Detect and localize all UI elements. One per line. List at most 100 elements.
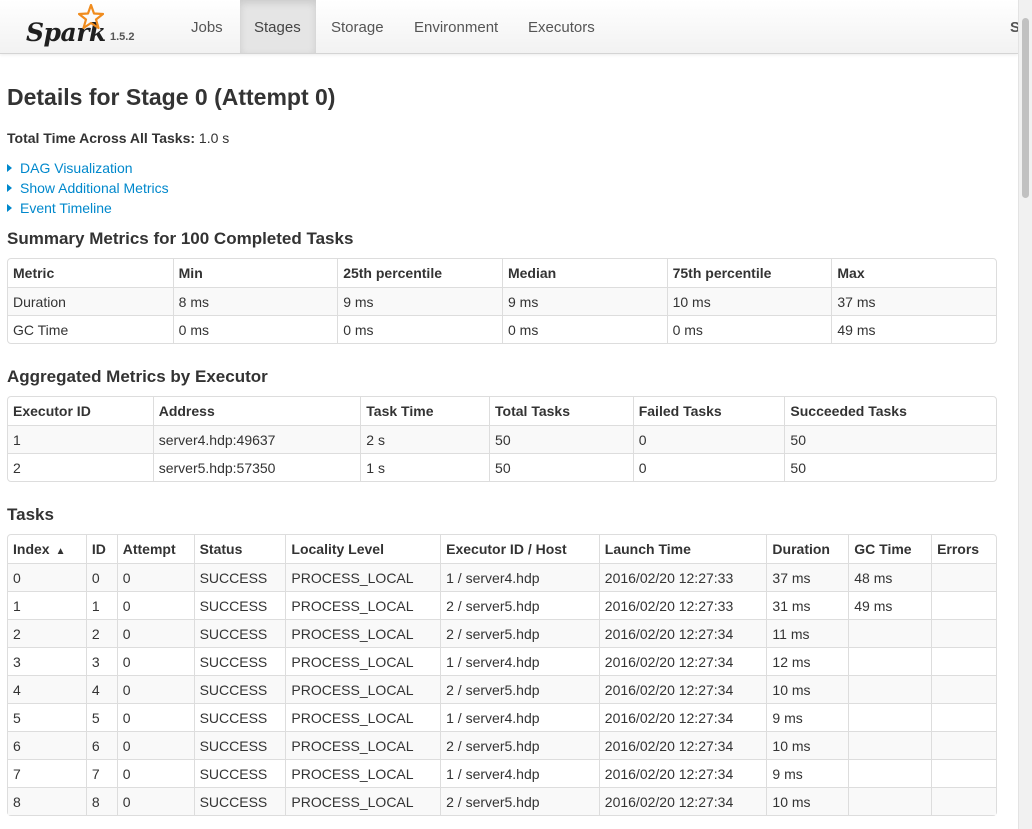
table-cell [848,647,932,675]
vertical-scrollbar[interactable] [1018,0,1032,829]
table-cell: SUCCESS [193,563,286,591]
tasks-column-header[interactable]: Executor ID / Host [440,535,599,563]
table-cell: 2016/02/20 12:27:33 [598,591,767,619]
table-cell: 11 ms [766,619,849,647]
table-row: 6 6 0 SUCCESS PROCESS_LOCAL 2 / server5.hdp 20… [8,731,996,759]
table-cell: 1 / server4.hdp [440,563,599,591]
table-row: 0 0 0 SUCCESS PROCESS_LOCAL 1 / server4.hdp 20… [8,563,996,591]
table-cell: 1 / server4.hdp [440,759,599,787]
table-cell: 2016/02/20 12:27:34 [598,731,767,759]
table-cell: 49 ms [848,591,932,619]
column-header-label: Min [178,265,203,281]
tasks-column-header[interactable]: Status [193,535,286,563]
table-cell: 1 [85,591,117,619]
table-cell: 6 [8,731,86,759]
tasks-column-header[interactable]: Launch Time [598,535,767,563]
spark-logo[interactable]: Spark 1.5.2 [26,4,176,50]
scrollbar-thumb[interactable] [1022,18,1029,198]
table-cell: 0 [116,563,194,591]
column-header-label: Index [13,541,50,557]
column-header-label: Metric [13,265,55,281]
tab-jobs[interactable]: Jobs [177,0,239,53]
table-cell: server5.hdp:57350 [152,453,361,481]
table-cell: 50 [489,453,633,481]
table-cell: 2016/02/20 12:27:34 [598,787,767,815]
executors-column-header[interactable]: Task Time [360,397,489,425]
table-cell: 2 [8,453,153,481]
table-row: 7 7 0 SUCCESS PROCESS_LOCAL 1 / server4.hdp 20… [8,759,996,787]
table-cell: 50 [784,453,996,481]
table-cell: Duration [8,287,173,315]
table-cell: SUCCESS [193,675,286,703]
table-cell: 10 ms [766,675,849,703]
brand-version: 1.5.2 [110,31,135,43]
table-cell: 48 ms [848,563,932,591]
table-cell: SUCCESS [193,759,286,787]
summary-column-header: Min [172,259,338,287]
executors-column-header[interactable]: Address [152,397,361,425]
tab-environment[interactable]: Environment [400,0,513,53]
table-cell: 31 ms [766,591,849,619]
table-cell: SUCCESS [193,787,286,815]
table-cell: 0 [116,731,194,759]
table-cell: 2 [8,619,86,647]
executors-column-header[interactable]: Total Tasks [489,397,633,425]
table-cell: 2016/02/20 12:27:34 [598,759,767,787]
tab-stages[interactable]: Stages [240,0,316,53]
tasks-column-header[interactable]: Locality Level [285,535,440,563]
table-cell: 4 [85,675,117,703]
tab-sql-truncated[interactable]: S [1010,0,1018,55]
tasks-column-header[interactable]: Attempt [116,535,194,563]
table-cell: 0 ms [337,315,502,343]
event-timeline-toggle[interactable]: Event Timeline [7,200,112,216]
table-cell [931,759,996,787]
column-header-label: Errors [937,541,980,557]
triangle-right-icon [7,184,12,192]
table-row: 3 3 0 SUCCESS PROCESS_LOCAL 1 / server4.hdp 20… [8,647,996,675]
table-cell [931,787,996,815]
summary-column-header: Metric [8,259,173,287]
tasks-column-header[interactable]: GC Time [848,535,931,563]
table-cell: 0 [632,453,785,481]
tasks-column-header[interactable]: Duration [766,535,848,563]
executors-column-header[interactable]: Executor ID [8,397,153,425]
table-cell: 10 ms [766,787,849,815]
column-header-label: Total Tasks [495,403,570,419]
table-row: 1 server4.hdp:49637 2 s 50 0 50 [8,425,996,453]
table-cell: 5 [85,703,117,731]
tasks-column-header[interactable]: ID [85,535,117,563]
table-cell: PROCESS_LOCAL [285,619,441,647]
tab-executors[interactable]: Executors [514,0,609,53]
additional-metrics-toggle[interactable]: Show Additional Metrics [7,180,169,196]
table-row: 5 5 0 SUCCESS PROCESS_LOCAL 1 / server4.hdp 20… [8,703,996,731]
summary-column-header: 75th percentile [666,259,832,287]
table-cell: 2 / server5.hdp [440,675,599,703]
executors-column-header[interactable]: Succeeded Tasks [784,397,996,425]
column-header-label: GC Time [854,541,912,557]
summary-heading: Summary Metrics for 100 Completed Tasks [7,229,354,248]
total-time: Total Time Across All Tasks: 1.0 s [7,130,229,146]
tasks-column-header[interactable]: Index ▲ [8,535,86,563]
table-cell: 0 [116,759,194,787]
sort-ascending-icon: ▲ [55,546,66,557]
executor-metrics-table: Executor ID Address Task Time Total Tasks Fa… [7,396,997,482]
column-header-label: Duration [772,541,830,557]
table-cell: 1 [8,425,153,453]
table-row: Duration 8 ms 9 ms 9 ms 10 ms 37 ms [8,287,996,315]
column-header-label: Launch Time [604,541,691,557]
tab-storage[interactable]: Storage [317,0,401,53]
table-cell: 2016/02/20 12:27:34 [598,675,767,703]
table-cell: SUCCESS [193,731,286,759]
dag-visualization-toggle[interactable]: DAG Visualization [7,160,133,176]
table-row: 2 2 0 SUCCESS PROCESS_LOCAL 2 / server5.hdp 20… [8,619,996,647]
table-cell: 0 [116,787,194,815]
tasks-column-header[interactable]: Errors [931,535,996,563]
table-cell: 6 [85,731,117,759]
table-cell: SUCCESS [193,703,286,731]
executors-column-header[interactable]: Failed Tasks [632,397,785,425]
expander-label: Show Additional Metrics [20,180,169,196]
table-row: 8 8 0 SUCCESS PROCESS_LOCAL 2 / server5.hdp 20… [8,787,996,815]
table-cell: 2 s [360,425,490,453]
column-header-label: Task Time [366,403,434,419]
table-row: GC Time 0 ms 0 ms 0 ms 0 ms 49 ms [8,315,996,343]
